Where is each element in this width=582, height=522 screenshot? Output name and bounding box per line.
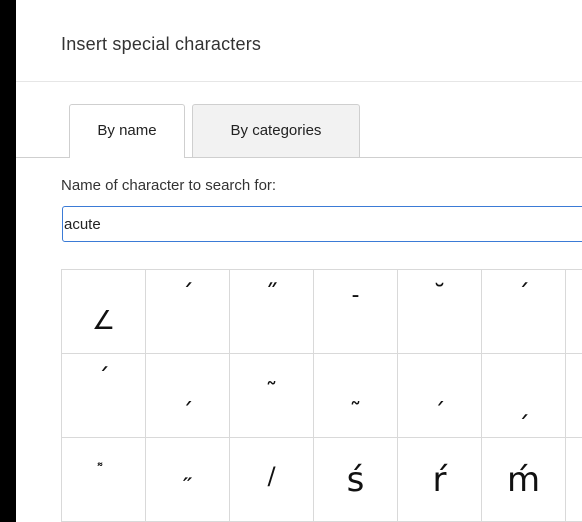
character-cell[interactable] <box>566 438 582 522</box>
character-glyph: ˜ <box>265 378 278 406</box>
tab-by-categories[interactable]: By categories <box>192 104 360 157</box>
character-cell[interactable]: ˊ <box>62 354 146 438</box>
character-glyph: ͌ <box>62 462 145 478</box>
character-glyph: ś <box>346 460 365 500</box>
character-cell[interactable]: / <box>230 438 314 522</box>
character-glyph: ˏ <box>433 378 446 406</box>
character-cell[interactable] <box>566 354 582 438</box>
character-glyph: ḿ <box>506 460 541 500</box>
character-cell[interactable]: ḿ <box>482 438 566 522</box>
character-glyph: ˶ <box>183 462 192 490</box>
character-cell[interactable]: ∠ <box>62 270 146 354</box>
character-cell[interactable] <box>566 270 582 354</box>
character-cell[interactable]: ˏ <box>398 354 482 438</box>
character-cell[interactable]: ˊ <box>146 270 230 354</box>
character-glyph: ˝ <box>265 280 278 310</box>
character-grid: ∠ ˊ ˝ ˗ ˘ ˊ ˊ ˏ ˜ ˷ ˏ ˏ ͌ ˶ / ś ŕ ḿ <box>61 269 582 522</box>
character-glyph: ˊ <box>517 280 530 310</box>
dialog-header: Insert special characters <box>16 0 582 82</box>
character-cell[interactable]: ˊ <box>482 270 566 354</box>
character-cell[interactable]: ͌ <box>62 438 146 522</box>
character-search-input[interactable] <box>62 206 582 242</box>
character-cell[interactable]: ŕ <box>398 438 482 522</box>
character-glyph: ∠ <box>91 306 116 336</box>
character-cell[interactable]: ˝ <box>230 270 314 354</box>
character-cell[interactable]: ˶ <box>146 438 230 522</box>
character-glyph: ŕ <box>432 460 447 500</box>
character-glyph: ˊ <box>181 280 194 310</box>
character-glyph: / <box>267 462 276 490</box>
tab-bar: By name By categories <box>16 104 582 158</box>
character-glyph: ˷ <box>349 378 362 406</box>
character-glyph: ˏ <box>517 390 530 420</box>
character-glyph: ˏ <box>181 378 194 406</box>
search-label: Name of character to search for: <box>61 177 277 194</box>
dialog-title: Insert special characters <box>61 34 262 54</box>
character-cell[interactable]: ˜ <box>230 354 314 438</box>
character-cell[interactable]: ˏ <box>146 354 230 438</box>
character-cell[interactable]: ˘ <box>398 270 482 354</box>
character-glyph: ˗ <box>351 280 360 310</box>
character-cell[interactable]: ˷ <box>314 354 398 438</box>
character-cell[interactable]: ˏ <box>482 354 566 438</box>
tab-by-name[interactable]: By name <box>69 104 185 158</box>
character-glyph: ˊ <box>97 364 110 394</box>
character-glyph: ˘ <box>433 280 446 310</box>
character-cell[interactable]: ˗ <box>314 270 398 354</box>
insert-special-characters-dialog: Insert special characters By name By cat… <box>16 0 582 522</box>
character-cell[interactable]: ś <box>314 438 398 522</box>
